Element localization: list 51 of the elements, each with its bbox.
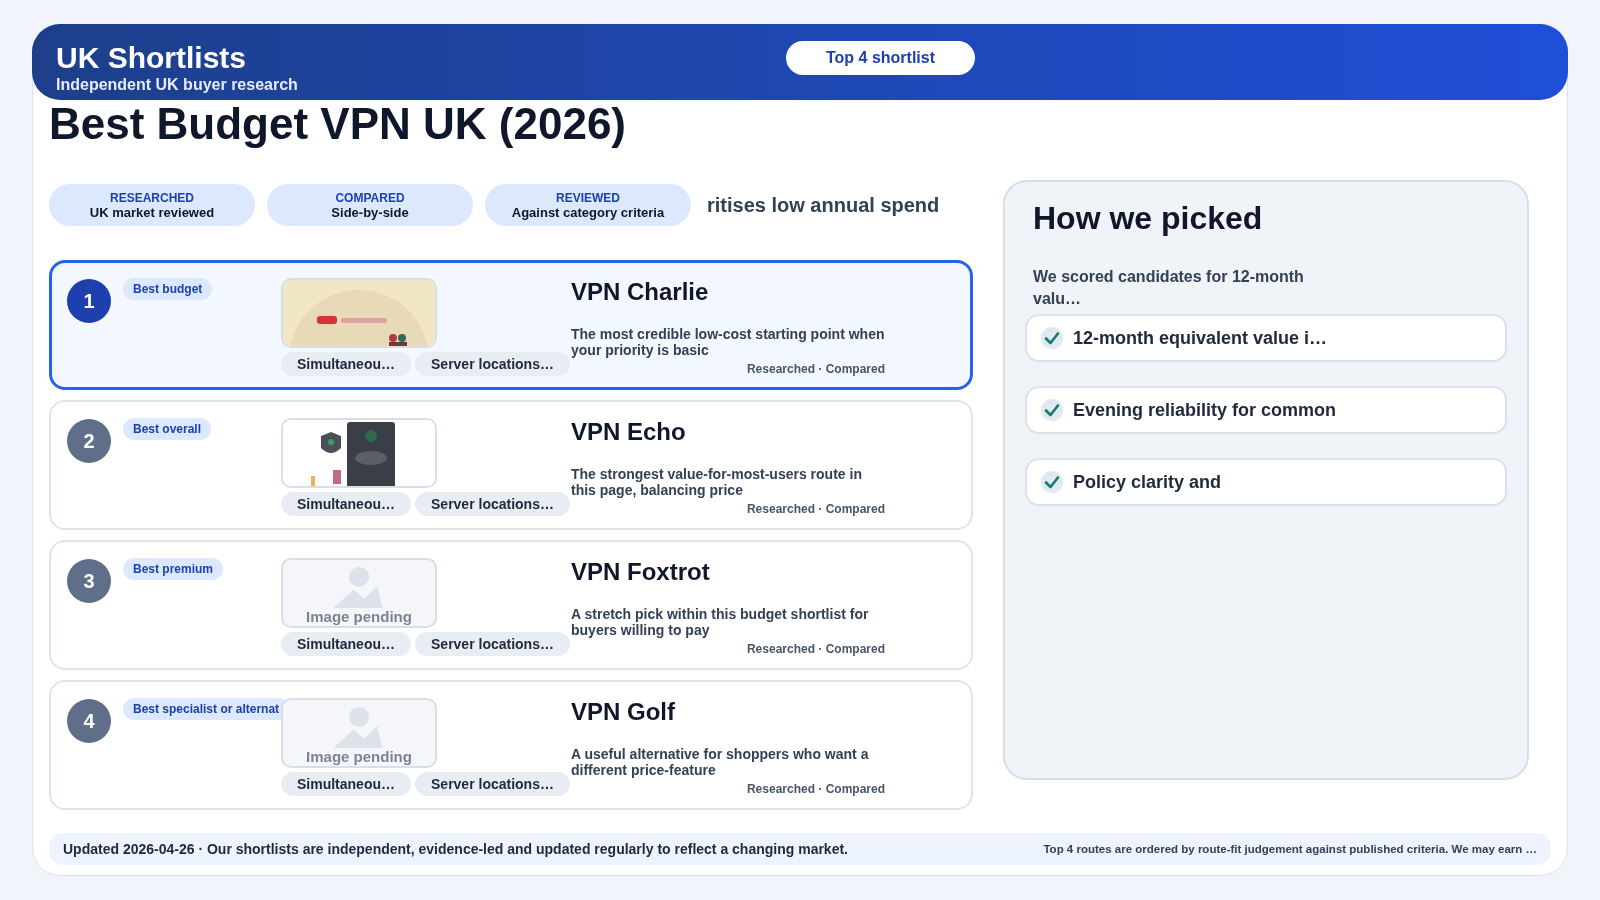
badge-value: UK market reviewed bbox=[89, 204, 215, 220]
brand-title: UK Shortlists bbox=[56, 40, 248, 76]
product-card[interactable]: 1 Best budget Simultaneou… Server locations… VPN Charlie The most credible low-cost starting point when your priority is basic Researched · Compared bbox=[49, 260, 973, 390]
rank-number: 2 bbox=[67, 419, 111, 463]
product-card[interactable]: 2 Best overall Simultaneou… Server locations… VPN Echo The strongest value-for-most-users route in this page, balancing price Researched · Compared bbox=[49, 400, 973, 530]
brand-tagline: Independent UK buyer research bbox=[56, 76, 299, 94]
footer-note: Top 4 routes are ordered by route-fit judgement against published criteria. We may earn … bbox=[1043, 843, 1537, 855]
product-description: A useful alternative for shoppers who want a different price-feature bbox=[571, 746, 870, 778]
product-name: VPN Charlie bbox=[571, 278, 710, 306]
page-title: Best Budget VPN UK (2026) bbox=[49, 100, 627, 148]
product-meta: Researched · Compared bbox=[746, 502, 885, 516]
rank-number: 1 bbox=[67, 279, 111, 323]
feature-chip: Simultaneou… bbox=[281, 352, 411, 376]
criterion-text: Evening reliability for common bbox=[1073, 399, 1337, 421]
feature-chip: Server locations… bbox=[415, 632, 570, 656]
shortlist-button[interactable]: Top 4 shortlist bbox=[786, 41, 976, 75]
feature-chip: Server locations… bbox=[415, 352, 570, 376]
panel-subtitle: We scored candidates for 12-month valu… bbox=[1033, 267, 1305, 309]
feature-chip: Simultaneou… bbox=[281, 632, 411, 656]
product-name: VPN Foxtrot bbox=[571, 558, 711, 586]
product-description: The most credible low-cost starting point when your priority is basic bbox=[571, 326, 885, 358]
product-meta: Researched · Compared bbox=[746, 362, 885, 376]
feature-chip: Simultaneou… bbox=[281, 492, 411, 516]
product-meta: Researched · Compared bbox=[746, 782, 885, 796]
rank-number: 4 bbox=[67, 699, 111, 743]
badge-label: REVIEWED bbox=[556, 190, 620, 205]
product-name: VPN Golf bbox=[571, 698, 676, 726]
feature-chip: Server locations… bbox=[415, 772, 570, 796]
badge-value: Side-by-side bbox=[331, 204, 409, 220]
product-name: VPN Echo bbox=[571, 418, 687, 446]
panel-title: How we picked bbox=[1033, 199, 1264, 238]
product-description: A stretch pick within this budget shortlist for buyers willing to pay bbox=[571, 606, 870, 638]
product-card[interactable]: 4 Best specialist or alternat Image pending Simultaneou… Server locations… VPN Golf A useful alternative for shoppers who want a different price-feature Researched · Compared bbox=[49, 680, 973, 810]
badge-value: Against category criteria bbox=[511, 204, 665, 220]
product-description: The strongest value-for-most-users route in this page, balancing price bbox=[571, 466, 863, 498]
image-caption: Image pending bbox=[306, 748, 412, 766]
category-tag: Best budget bbox=[123, 278, 213, 300]
badge-label: COMPARED bbox=[335, 190, 405, 205]
intro-text: ritises low annual spend bbox=[707, 193, 940, 217]
feature-chip: Simultaneou… bbox=[281, 772, 411, 796]
badge-label: RESEARCHED bbox=[110, 190, 194, 205]
image-caption: Image pending bbox=[306, 608, 412, 626]
criterion-text: Policy clarity and bbox=[1073, 471, 1222, 493]
rank-number: 3 bbox=[67, 559, 111, 603]
category-tag: Best overall bbox=[123, 418, 212, 440]
footer-updated: Updated 2026-04-26 · Our shortlists are independent, evidence-led and updated regularly to reflect a changing market. bbox=[63, 841, 848, 857]
category-tag: Best premium bbox=[123, 558, 224, 580]
product-meta: Researched · Compared bbox=[746, 642, 885, 656]
product-card[interactable]: 3 Best premium Image pending Simultaneou… Server locations… VPN Foxtrot A stretch pick within this budget shortlist for buyers willing to pay Researched · Compared bbox=[49, 540, 973, 670]
criterion-text: 12-month equivalent value i… bbox=[1073, 327, 1328, 349]
feature-chip: Server locations… bbox=[415, 492, 570, 516]
